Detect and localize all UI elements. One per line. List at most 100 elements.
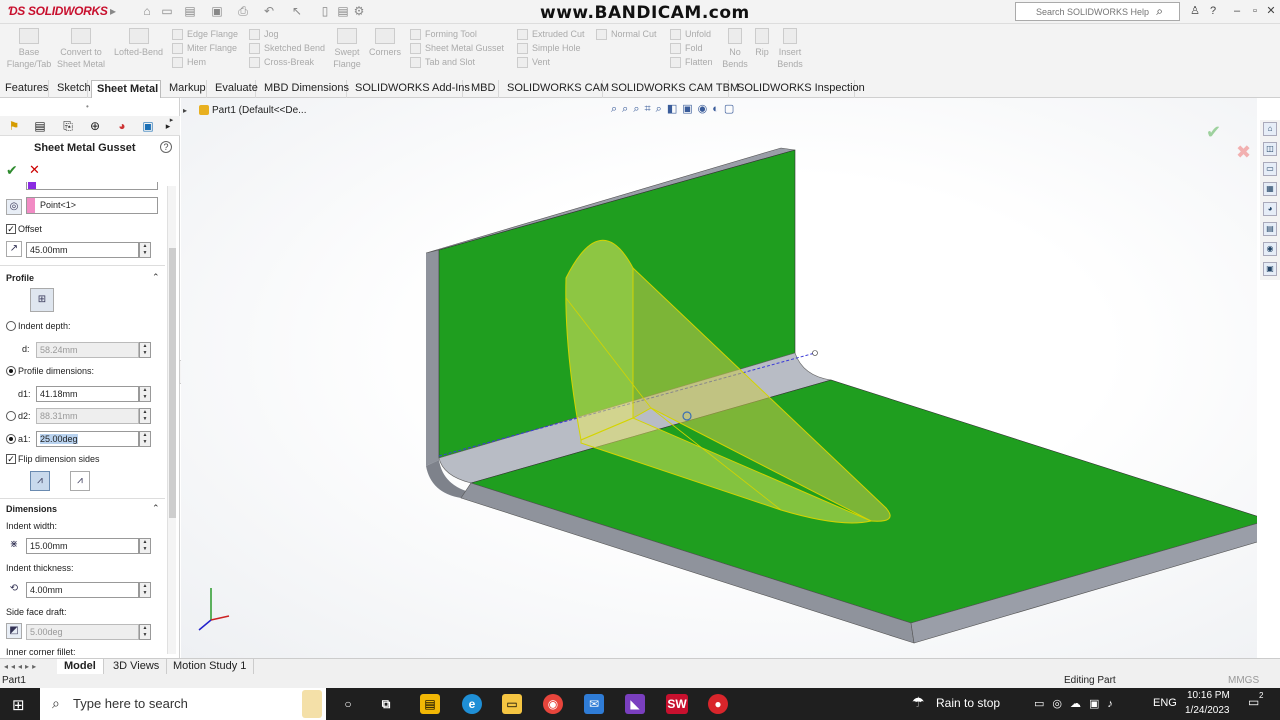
status-units[interactable]: MMGS	[1228, 675, 1259, 686]
open-folder-icon[interactable]: ▤	[183, 4, 197, 18]
indent-thickness-input[interactable]: 4.00mm	[26, 582, 139, 598]
solidworks-forum-icon[interactable]: ◉	[1263, 242, 1277, 256]
solidworks-resources-icon[interactable]: ⌂	[1263, 122, 1277, 136]
point-reference-field[interactable]: Point<1>	[26, 197, 158, 214]
insert-bends-button[interactable]: Insert Bends	[775, 28, 805, 70]
rebuild-icon[interactable]: ▯	[318, 4, 332, 18]
d2-input[interactable]: 88.31mm	[36, 408, 139, 424]
swept-flange-button[interactable]: Swept Flange	[329, 28, 365, 70]
vent-button[interactable]: Vent	[517, 55, 585, 69]
offset-checkbox[interactable]: ✓	[6, 224, 16, 234]
lofted-bend-button[interactable]: Lofted-Bend	[111, 28, 166, 58]
tab-scroll-arrows[interactable]: ◂◂◂▸▸	[4, 662, 39, 671]
tab-and-slot-button[interactable]: Tab and Slot	[410, 55, 504, 69]
bottom-tab-motion-study-1[interactable]: Motion Study 1	[166, 659, 255, 675]
tab-markup[interactable]: Markup	[164, 80, 207, 98]
taskbar-search-box[interactable]: ⌕ Type here to search	[40, 688, 326, 720]
tab-solidworks-cam-tbm[interactable]: SOLIDWORKS CAM TBM	[606, 80, 739, 98]
profile-dimensions-radio[interactable]	[6, 366, 16, 376]
cortana-icon[interactable]: ○	[338, 694, 358, 714]
corners-button[interactable]: Corners	[368, 28, 402, 58]
undo-icon[interactable]: ↶	[262, 4, 276, 18]
help-search-input[interactable]	[1036, 4, 1156, 20]
hem-button[interactable]: Hem	[172, 55, 238, 69]
no-bends-button[interactable]: No Bends	[722, 28, 748, 70]
edge-flange-button[interactable]: Edge Flange	[172, 27, 238, 41]
tab-mbd[interactable]: MBD	[466, 80, 499, 98]
input-language[interactable]: ENG	[1153, 697, 1177, 709]
tab-evaluate[interactable]: Evaluate	[210, 80, 258, 98]
save-icon[interactable]: ▣	[210, 4, 224, 18]
d1-input[interactable]: 41.18mm	[36, 386, 139, 402]
extruded-cut-button[interactable]: Extruded Cut	[517, 27, 585, 41]
side-face-draft-input[interactable]: 5.00deg	[26, 624, 139, 640]
normal-cut-button[interactable]: Normal Cut	[596, 27, 657, 41]
dimxpert-tab-icon[interactable]: ⊕	[87, 118, 103, 134]
edge-browser-icon[interactable]: e	[462, 694, 482, 714]
clock-time[interactable]: 10:16 PM	[1187, 690, 1230, 701]
simple-hole-button[interactable]: Simple Hole	[517, 41, 585, 55]
options-gear-icon[interactable]: ⚙	[352, 4, 366, 18]
offset-input[interactable]: 45.00mm	[26, 242, 139, 258]
new-document-icon[interactable]: ▭	[160, 4, 174, 18]
fold-button[interactable]: Fold	[670, 41, 713, 55]
offset-spinner[interactable]: ▲ ▼	[139, 242, 151, 258]
appearances-icon[interactable]: ◕	[1263, 202, 1277, 216]
panel-scroll-thumb[interactable]	[169, 248, 176, 518]
file-explorer-taskbar-icon[interactable]: ▤	[420, 694, 440, 714]
cross-break-button[interactable]: Cross-Break	[249, 55, 325, 69]
help-icon[interactable]: ?	[1206, 3, 1220, 19]
search-icon[interactable]: ⌕	[1156, 4, 1163, 19]
side-face-draft-icon[interactable]: ◩	[6, 623, 22, 639]
jog-button[interactable]: Jog	[249, 27, 325, 41]
file-explorer-icon[interactable]: ▭	[1263, 162, 1277, 176]
bandicam-icon[interactable]: ●	[708, 694, 728, 714]
view-palette-icon[interactable]: ▦	[1263, 182, 1277, 196]
visual-studio-icon[interactable]: ◣	[625, 694, 645, 714]
tab-solidworks-inspection[interactable]: SOLIDWORKS Inspection	[732, 80, 865, 98]
indent-width-input[interactable]: 15.00mm	[26, 538, 139, 554]
graphics-area[interactable]: ▸ Part1 (Default<<De... ⌕⌕⌕⌗⌕◧▣◉◐▢ ⧉▭⧉✕	[181, 98, 1257, 658]
system-tray-icons[interactable]: ▭◎☁▣♪	[1034, 697, 1121, 710]
panel-grip[interactable]: •	[86, 102, 89, 111]
base-flange-button[interactable]: Base Flange/Tab	[6, 28, 52, 70]
profile-collapse-icon[interactable]: ⌃	[152, 272, 160, 283]
a1-input[interactable]: 25.00deg	[36, 431, 139, 447]
print-icon[interactable]: ⎙	[236, 4, 250, 18]
dimensions-section-header[interactable]: Dimensions	[6, 504, 57, 514]
custom-properties-icon[interactable]: ▤	[1263, 222, 1277, 236]
panel-scrollbar[interactable]	[167, 186, 176, 654]
solidworks-logo[interactable]: ƊS SOLIDWORKS	[8, 4, 108, 18]
user-icon[interactable]: ♙	[1188, 3, 1202, 19]
sketched-bend-button[interactable]: Sketched Bend	[249, 41, 325, 55]
minimize-icon[interactable]: –	[1230, 3, 1244, 19]
close-icon[interactable]: ✕	[1264, 3, 1278, 19]
sheet-metal-gusset-button[interactable]: Sheet Metal Gusset	[410, 41, 504, 55]
mail-icon[interactable]: ✉	[584, 694, 604, 714]
chrome-icon[interactable]: ◉	[543, 694, 563, 714]
windows-start-icon[interactable]: ⊞	[12, 696, 25, 714]
ok-checkmark-button[interactable]: ✔	[6, 162, 18, 179]
select-icon[interactable]: ↖	[290, 4, 304, 18]
property-manager-tab-icon[interactable]: ▤	[32, 118, 48, 134]
folder-taskbar-icon[interactable]: ▭	[502, 694, 522, 714]
help-search-box[interactable]: ⌕	[1015, 2, 1180, 21]
offset-direction-icon[interactable]: ↗	[6, 241, 22, 257]
panel-scroll-right-icon[interactable]: ▸	[167, 116, 176, 124]
cam-icon[interactable]: ▣	[1263, 262, 1277, 276]
d-input[interactable]: 58.24mm	[36, 342, 139, 358]
tab-sheet-metal[interactable]: Sheet Metal	[91, 80, 161, 98]
profile-section-header[interactable]: Profile	[6, 273, 34, 283]
dimensions-collapse-icon[interactable]: ⌃	[152, 503, 160, 514]
indent-thickness-spinner[interactable]: ▲ ▼	[139, 582, 151, 598]
side-face-draft-spinner[interactable]: ▲ ▼	[139, 624, 151, 640]
indent-width-spinner[interactable]: ▲ ▼	[139, 538, 151, 554]
feature-manager-tab-icon[interactable]: ⚑	[6, 118, 22, 134]
design-library-icon[interactable]: ◫	[1263, 142, 1277, 156]
rip-button[interactable]: Rip	[752, 28, 772, 58]
flip-side-a-icon[interactable]: ⩘	[30, 471, 50, 491]
expand-menu-icon[interactable]: ▸	[106, 4, 120, 18]
maximize-icon[interactable]: ▫	[1248, 3, 1262, 19]
tab-solidworks-add-ins[interactable]: SOLIDWORKS Add-Ins	[350, 80, 470, 98]
file-properties-icon[interactable]: ▤	[336, 4, 350, 18]
